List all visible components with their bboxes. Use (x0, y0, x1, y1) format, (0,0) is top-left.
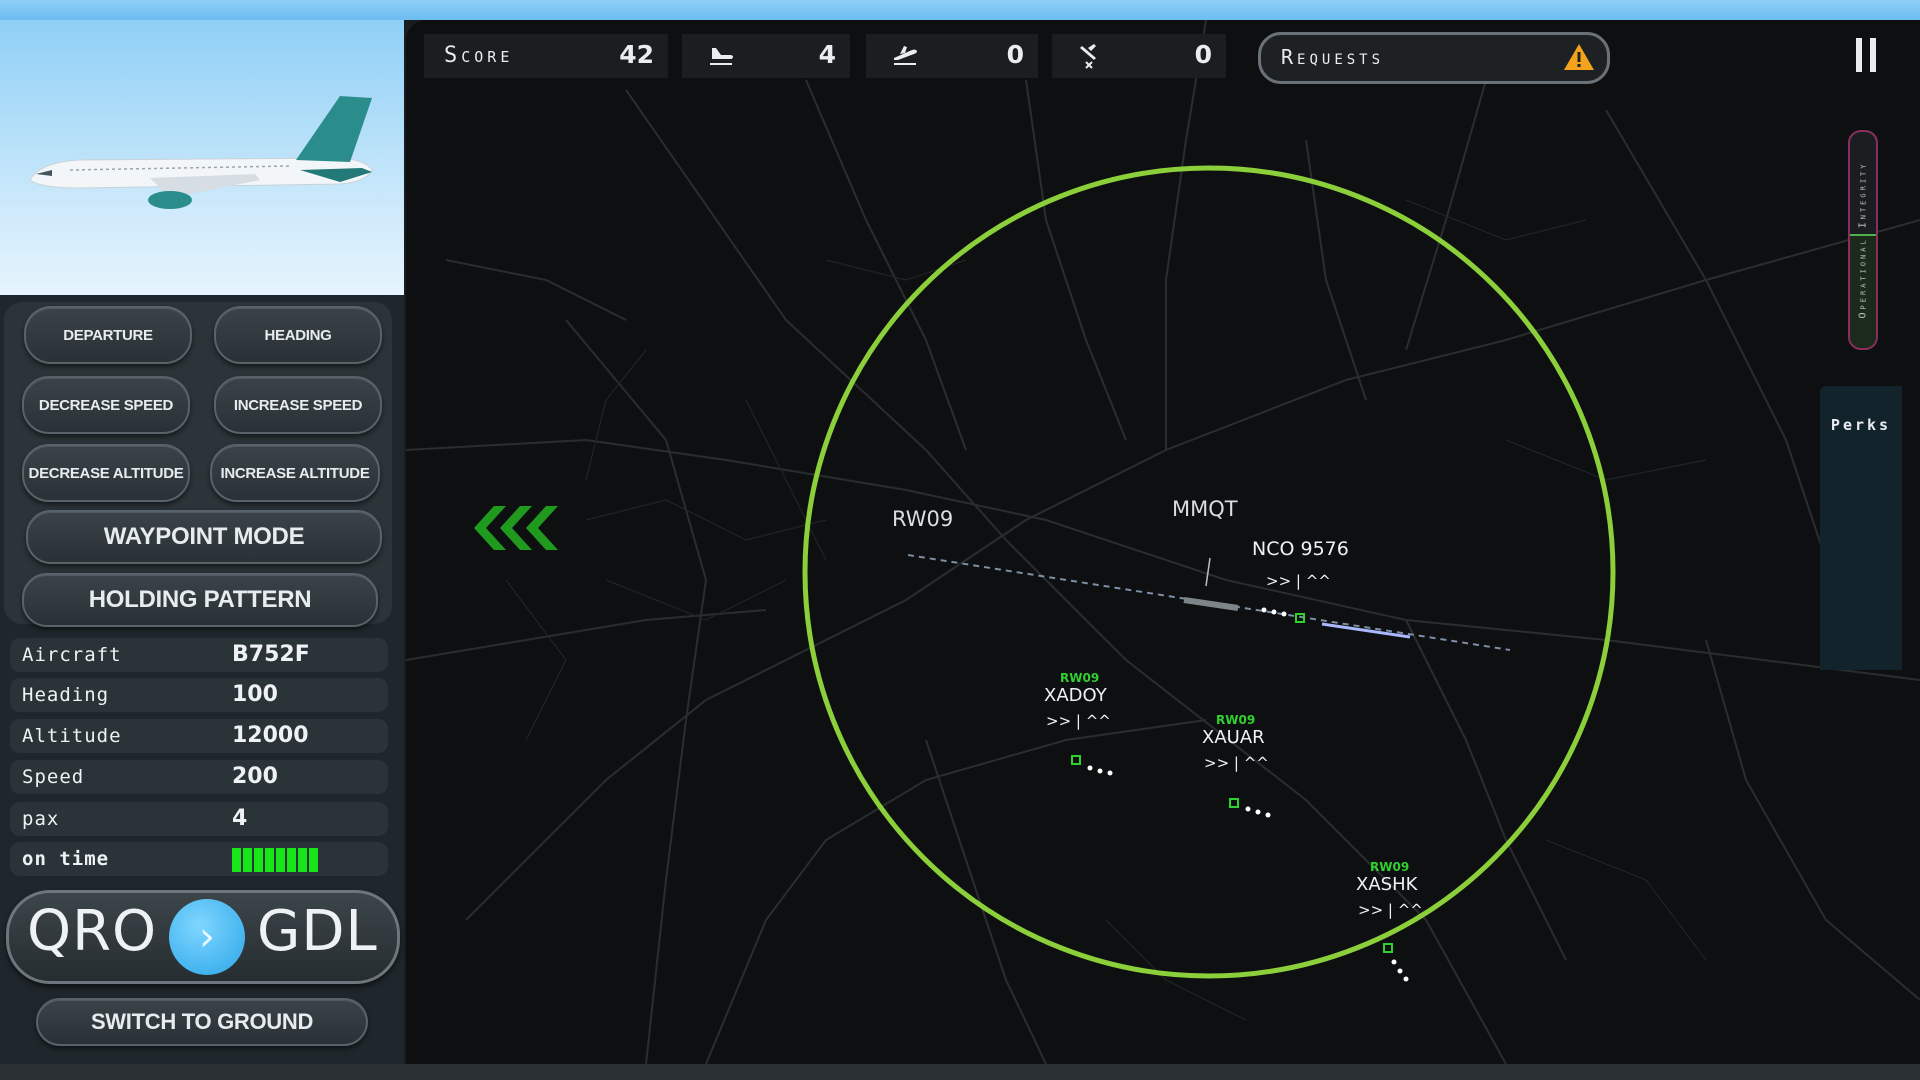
landings-value: 4 (818, 40, 836, 69)
radar-map[interactable]: RW09 MMQT NCO 9576 >> | ^^ RW09 XADOY >>… (406, 20, 1920, 1064)
on-time-segment (276, 848, 285, 872)
aircraft-marker[interactable] (1383, 943, 1393, 953)
fix-leader-line (1205, 557, 1211, 587)
crashes-box: 0 (1052, 34, 1226, 78)
departures-value: 0 (1006, 40, 1024, 69)
altitude-row: Altitude 12000 (10, 719, 388, 753)
departure-button[interactable]: Departure (24, 306, 192, 364)
bottom-strip (0, 1064, 1920, 1080)
on-time-segment (265, 848, 274, 872)
fix-label: MMQT (1172, 497, 1238, 521)
heading-value: 100 (232, 682, 278, 707)
flight-symbols: >> | ^^ (1266, 572, 1331, 590)
on-time-segment (243, 848, 252, 872)
on-time-segment (232, 848, 241, 872)
decrease-altitude-button[interactable]: Decrease Altitude (22, 444, 190, 502)
pax-label: pax (22, 808, 60, 830)
heading-row: Heading 100 (10, 678, 388, 712)
flight-callsign: XAUAR (1202, 727, 1265, 748)
runway-label: RW09 (892, 507, 953, 531)
score-value: 42 (619, 40, 654, 69)
requests-label: Requests (1281, 45, 1385, 69)
perks-panel[interactable]: Perks (1820, 386, 1902, 670)
flight-runway: RW09 (1370, 860, 1409, 874)
aircraft-value: B752F (232, 642, 310, 667)
on-time-segment (298, 848, 307, 872)
takeoff-plane-icon (894, 46, 917, 65)
flight-symbols: >> | ^^ (1358, 901, 1423, 919)
flight-callsign: XASHK (1356, 874, 1419, 895)
aircraft-marker[interactable] (1229, 798, 1239, 808)
requests-button[interactable]: Requests (1258, 32, 1610, 84)
chevron-right-icon[interactable]: › (169, 899, 245, 975)
flight-symbols: >> | ^^ (1046, 712, 1111, 730)
score-label: Score (444, 43, 514, 68)
map-canvas[interactable]: RW09 MMQT NCO 9576 >> | ^^ RW09 XADOY >>… (406, 20, 1920, 1064)
flight-symbols: >> | ^^ (1204, 754, 1269, 772)
aircraft-type-row: Aircraft B752F (10, 638, 388, 672)
runway (1183, 597, 1239, 611)
flight-xadoy[interactable]: RW09 XADOY >> | ^^ (1044, 671, 1113, 776)
landing-plane-icon (710, 48, 733, 65)
pause-icon[interactable] (1856, 38, 1878, 72)
flight-runway: RW09 (1060, 671, 1099, 685)
crashes-value: 0 (1194, 40, 1212, 69)
speed-value: 200 (232, 764, 278, 789)
on-time-segment (254, 848, 263, 872)
holding-pattern-button[interactable]: Holding Pattern (22, 573, 378, 627)
warning-icon (1564, 44, 1594, 70)
flight-nco-9576[interactable]: NCO 9576 >> | ^^ (1252, 538, 1349, 623)
switch-to-ground-button[interactable]: Switch to Ground (36, 998, 368, 1046)
pax-row: pax 4 (10, 802, 388, 836)
aircraft-marker[interactable] (1071, 755, 1081, 765)
radar-ring (802, 165, 1616, 979)
aircraft-trail-nco (1321, 622, 1411, 639)
altitude-value: 12000 (232, 723, 309, 748)
aircraft-label: Aircraft (22, 644, 122, 666)
departures-box: 0 (866, 34, 1038, 78)
flight-runway: RW09 (1216, 713, 1255, 727)
pax-value: 4 (232, 806, 248, 831)
heading-label: Heading (22, 684, 110, 706)
road-network (406, 20, 1920, 1064)
on-time-segment (309, 848, 318, 872)
flight-callsign: NCO 9576 (1252, 538, 1349, 560)
route-pill: QRO › GDL (6, 890, 400, 984)
flight-xauar[interactable]: RW09 XAUAR >> | ^^ (1202, 713, 1271, 818)
increase-altitude-button[interactable]: Increase Altitude (210, 444, 380, 502)
landings-box: 4 (682, 34, 850, 78)
operational-integrity-meter: Operational Integrity (1848, 130, 1878, 350)
speed-row: Speed 200 (10, 760, 388, 794)
crashed-plane-icon (1080, 44, 1096, 69)
integrity-label: Operational Integrity (1857, 161, 1869, 319)
on-time-bar (232, 848, 320, 872)
top-sky-strip (0, 0, 1920, 20)
on-time-segment (287, 848, 296, 872)
speed-label: Speed (22, 766, 85, 788)
airliner-image (29, 96, 373, 209)
on-time-label: on time (22, 848, 110, 870)
altitude-label: Altitude (22, 725, 122, 747)
decrease-speed-button[interactable]: Decrease Speed (22, 376, 190, 434)
on-time-row: on time (10, 842, 388, 876)
score-box: Score 42 (424, 34, 668, 78)
game-screen: Departure Heading Decrease Speed Increas… (0, 0, 1920, 1080)
aircraft-preview (0, 20, 404, 295)
perks-label: Perks (1830, 416, 1892, 434)
triple-chevron-left-icon[interactable] (474, 506, 558, 550)
flight-callsign: XADOY (1044, 685, 1108, 706)
heading-button[interactable]: Heading (214, 306, 382, 364)
destination-code: GDL (257, 899, 378, 964)
waypoint-mode-button[interactable]: Waypoint Mode (26, 510, 382, 564)
origin-code: QRO (27, 899, 158, 964)
increase-speed-button[interactable]: Increase Speed (214, 376, 382, 434)
